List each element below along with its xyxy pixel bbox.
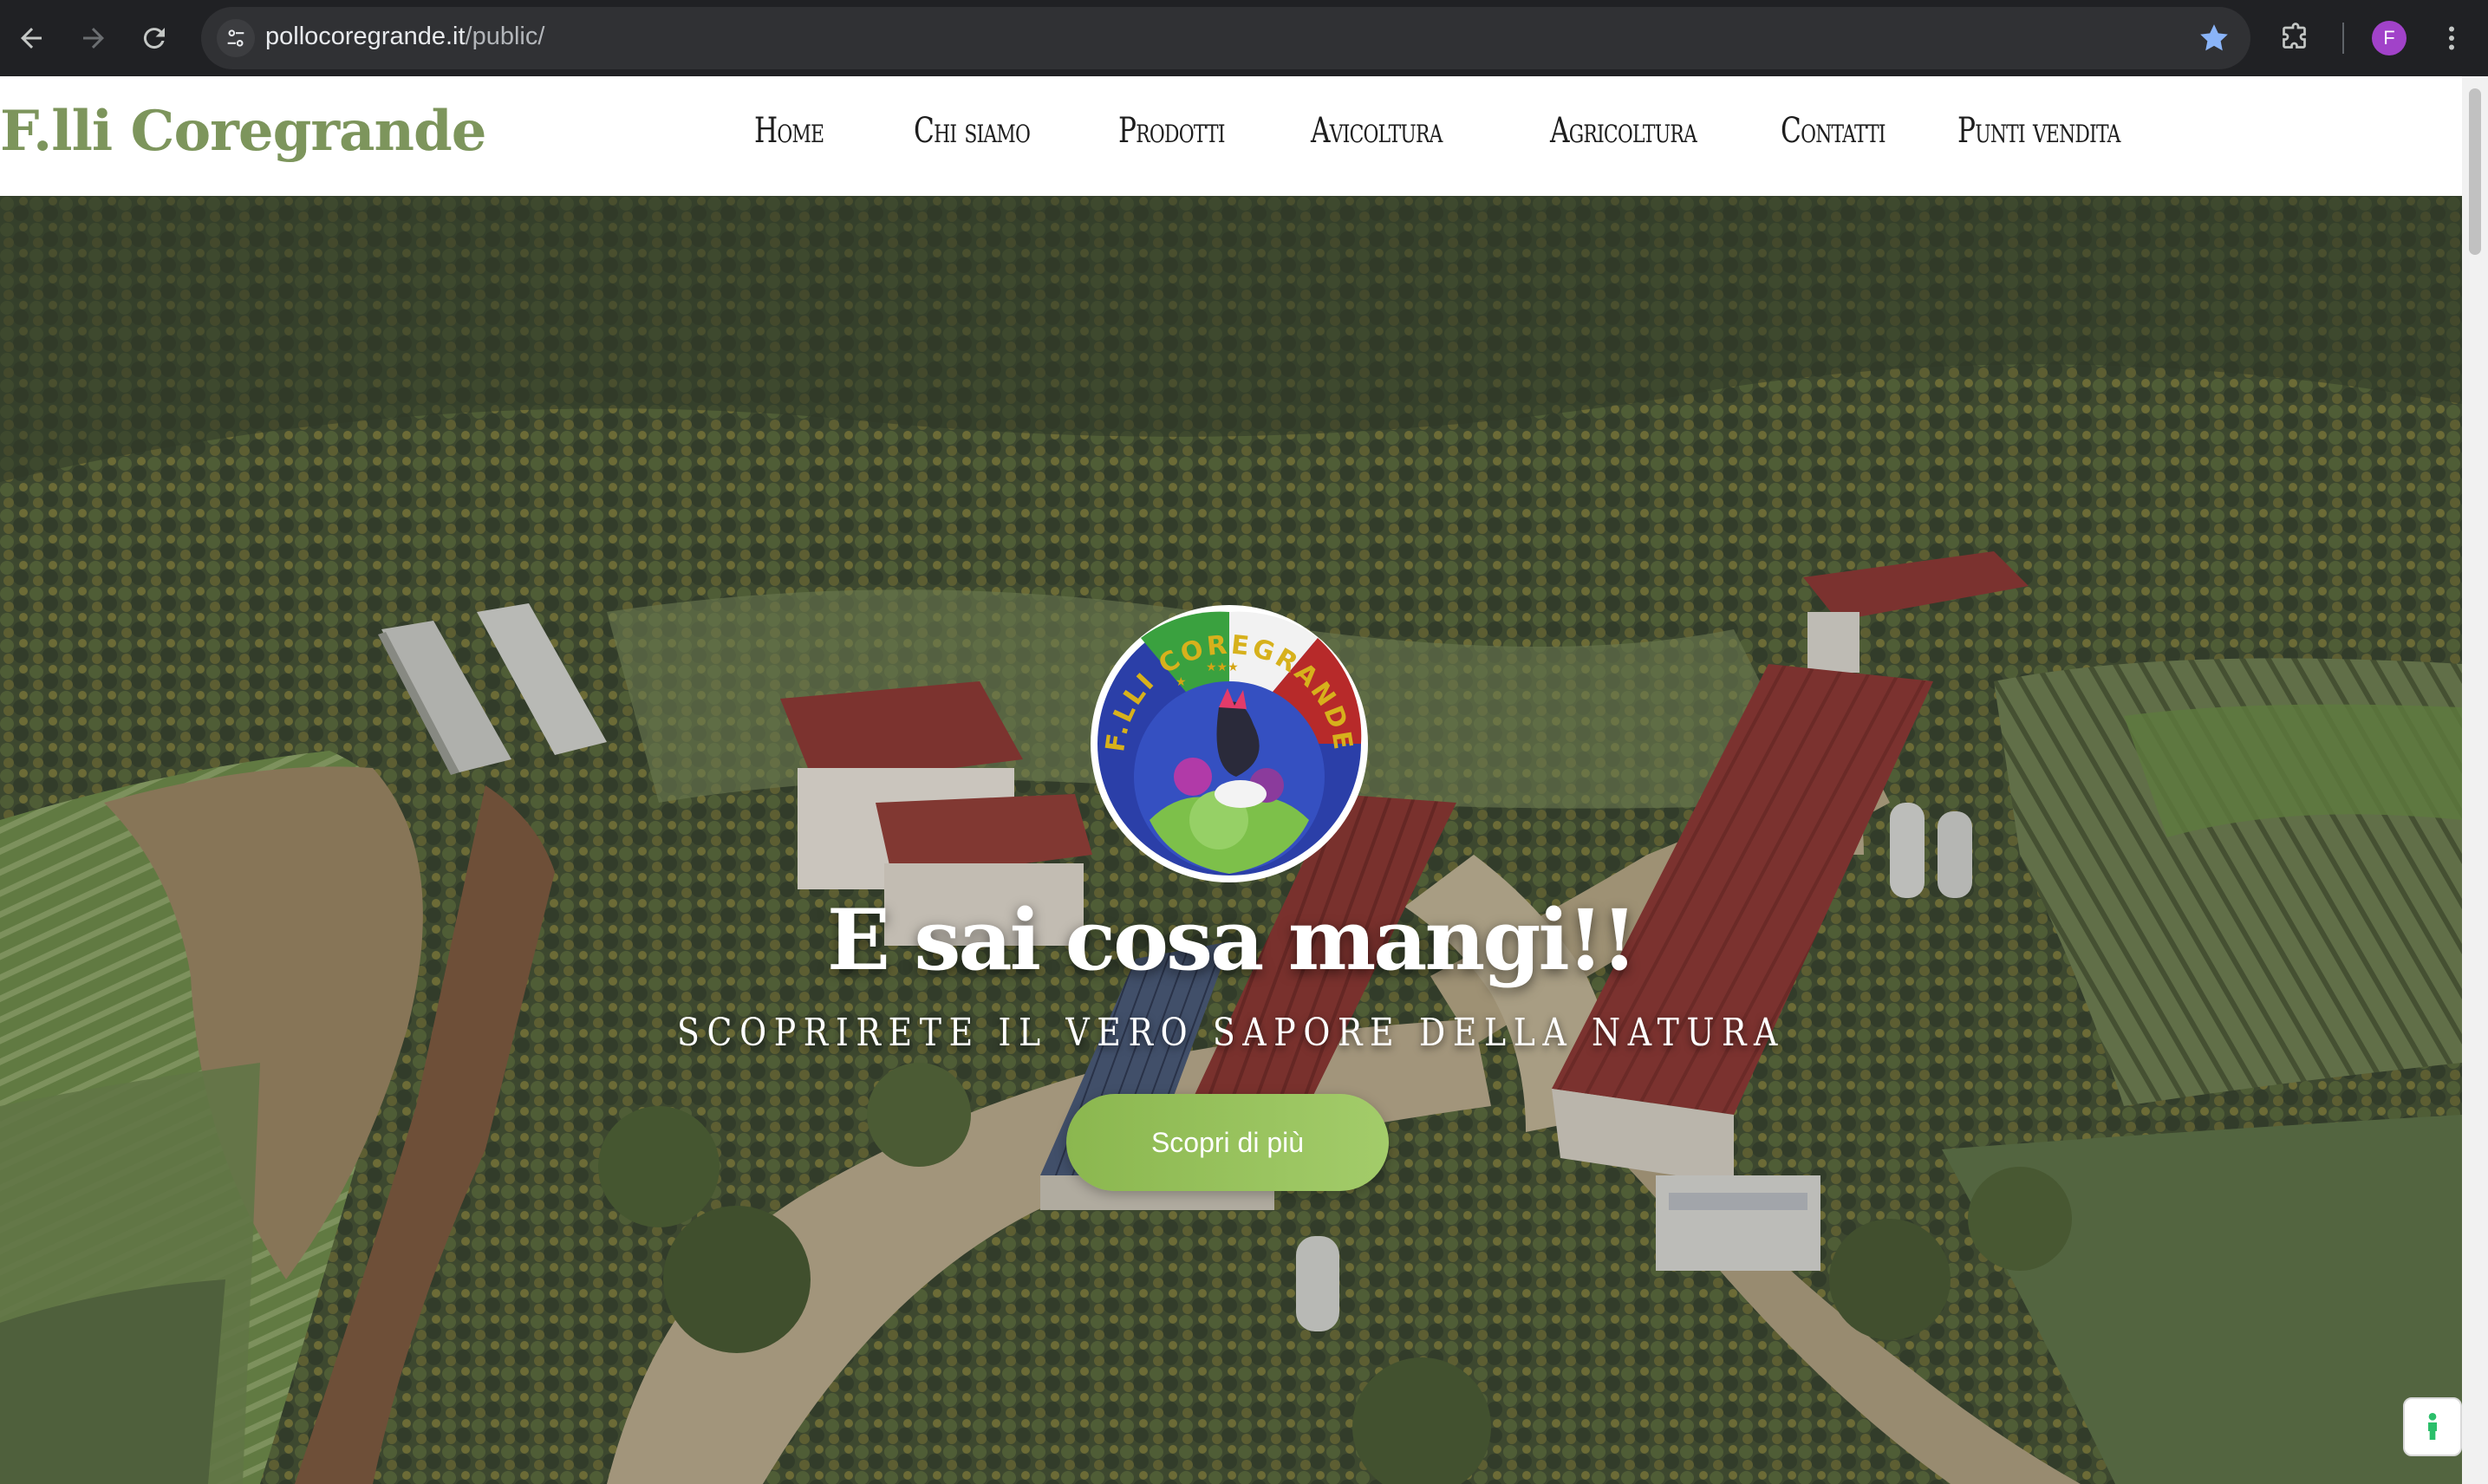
nav-contatti[interactable]: Contatti: [1781, 111, 1886, 151]
svg-text:★: ★: [1176, 675, 1187, 689]
nav-agricoltura[interactable]: Agricoltura: [1550, 111, 1697, 151]
back-button[interactable]: [5, 12, 57, 64]
forward-button[interactable]: [68, 12, 120, 64]
url-path: /public/: [465, 23, 545, 50]
browser-menu-button[interactable]: [2426, 12, 2478, 64]
reload-icon: [143, 28, 165, 49]
star-icon[interactable]: [2197, 21, 2231, 55]
main-nav: Home Chi siamo Prodotti Avicoltura Agric…: [0, 111, 2462, 163]
scroll-thumb[interactable]: [2469, 88, 2481, 255]
arrow-left-icon: [21, 28, 42, 49]
site-header: F.lli Coregrande Home Chi siamo Prodotti…: [0, 76, 2462, 196]
url-text: pollocoregrande.it/public/: [265, 23, 544, 51]
puzzle-icon: [2283, 23, 2306, 49]
accessibility-widget-button[interactable]: [2403, 1397, 2462, 1456]
toolbar-divider: [2342, 23, 2344, 54]
arrow-right-icon: [83, 28, 104, 49]
nav-punti-vendita[interactable]: Punti vendita: [1957, 111, 2120, 151]
svg-text:★★★: ★★★: [1206, 661, 1239, 674]
hero-title: E sai cosa mangi!!: [826, 891, 1638, 989]
brand-emblem: ★ ★★★ F.LLI COREGRANDE: [1091, 605, 1368, 882]
nav-prodotti[interactable]: Prodotti: [1118, 111, 1225, 151]
reload-button[interactable]: [128, 12, 180, 64]
nav-avicoltura[interactable]: Avicoltura: [1311, 111, 1443, 151]
browser-toolbar: pollocoregrande.it/public/ F: [0, 0, 2488, 76]
page-scrollbar[interactable]: [2462, 76, 2488, 1484]
profile-button[interactable]: F: [2363, 12, 2415, 64]
nav-home[interactable]: Home: [754, 111, 824, 151]
discover-more-button[interactable]: Scopri di più: [1066, 1094, 1389, 1191]
nav-chi-siamo[interactable]: Chi siamo: [914, 111, 1031, 151]
address-bar[interactable]: pollocoregrande.it/public/: [201, 7, 2250, 69]
person-icon: [2428, 1413, 2437, 1440]
extensions-button[interactable]: [2270, 12, 2322, 64]
tune-icon: [227, 29, 244, 47]
avatar: F: [2372, 21, 2407, 55]
hero-subtitle: Scoprirete il vero sapore della natura: [677, 1011, 1785, 1055]
url-host: pollocoregrande.it: [265, 23, 466, 50]
web-page: F.lli Coregrande Home Chi siamo Prodotti…: [0, 76, 2488, 1484]
site-info-button[interactable]: [217, 19, 255, 57]
hero-section: ★ ★★★ F.LLI COREGRANDE E sai cosa mangi!…: [0, 196, 2462, 1484]
kebab-menu-icon: [2449, 26, 2454, 50]
